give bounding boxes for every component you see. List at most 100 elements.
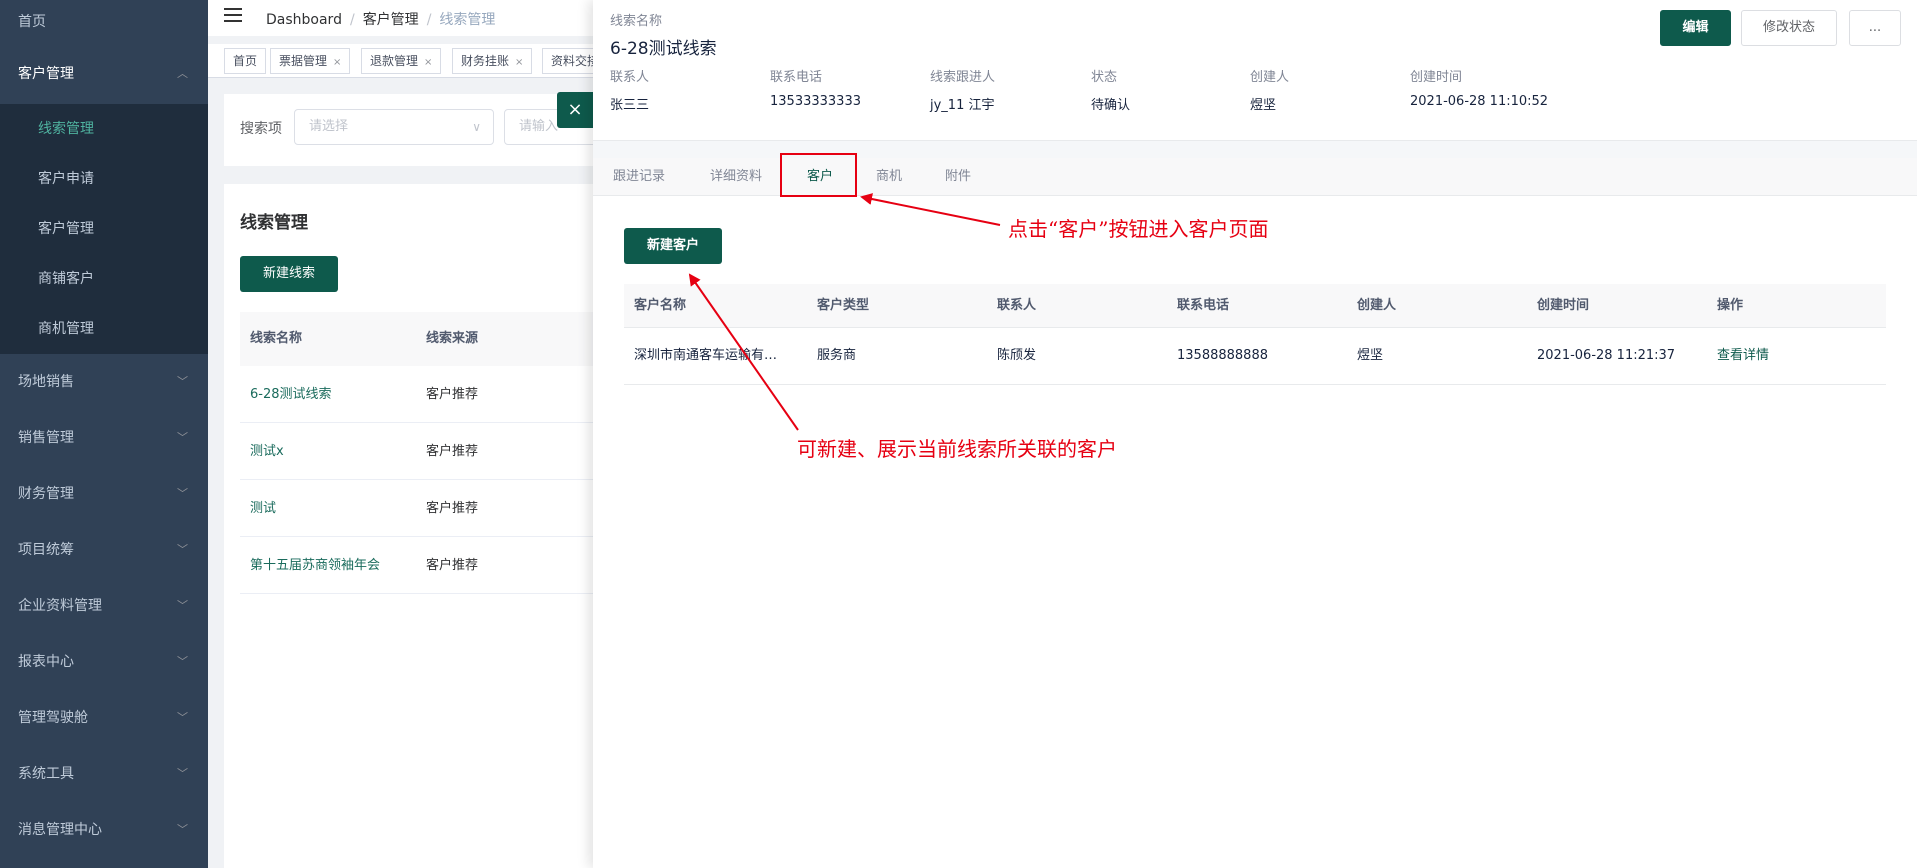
chevron-down-icon: ﹀ — [177, 543, 188, 556]
sidebar-item-opportunity-management[interactable]: 商机管理 — [0, 304, 208, 354]
sidebar-item-label: 管理驾驶舱 — [18, 710, 88, 726]
sidebar-item-customer-list[interactable]: 客户管理 — [0, 204, 208, 254]
info-value: 张三三 — [610, 98, 650, 113]
column-header[interactable]: 线索名称 — [240, 312, 426, 366]
info-label: 创建人 — [1250, 70, 1290, 85]
table-row[interactable]: 6-28测试线索 客户推荐 — [240, 366, 604, 423]
info-status: 状态 待确认 — [1091, 66, 1130, 113]
sidebar-item-home[interactable]: 首页 — [0, 0, 208, 44]
annotation-click-customer: 点击“客户”按钮进入客户页面 — [1008, 217, 1269, 241]
tag-home[interactable]: 首页 — [224, 48, 267, 74]
tag-label: 退款管理 — [370, 54, 419, 68]
search-label: 搜索项 — [240, 121, 282, 137]
info-label: 联系电话 — [770, 70, 823, 85]
view-details-link[interactable]: 查看详情 — [1707, 328, 1886, 384]
tag-refund-management[interactable]: 退款管理 × — [361, 48, 442, 74]
info-contact: 联系人 张三三 — [610, 66, 649, 113]
more-button[interactable]: ... — [1849, 10, 1901, 46]
tab-details[interactable]: 详细资料 — [710, 158, 762, 196]
customer-phone: 13588888888 — [1177, 348, 1268, 363]
info-phone: 联系电话 13533333333 — [770, 66, 861, 109]
table-header: 线索名称 线索来源 — [240, 312, 604, 366]
info-follower: 线索跟进人 jy_11 江宇 — [930, 66, 995, 113]
customer-creator: 煜坚 — [1357, 348, 1384, 363]
chevron-down-icon: ﹀ — [177, 599, 188, 612]
sidebar-item-sales-management[interactable]: 销售管理 ﹀ — [0, 410, 208, 466]
new-lead-button[interactable]: 新建线索 — [240, 256, 338, 292]
chevron-down-icon: ﹀ — [177, 823, 188, 836]
tab-attachments[interactable]: 附件 — [945, 158, 971, 196]
sidebar-item-project-coordination[interactable]: 项目统筹 ﹀ — [0, 522, 208, 578]
sidebar-item-finance-management[interactable]: 财务管理 ﹀ — [0, 466, 208, 522]
lead-table: 线索名称 线索来源 6-28测试线索 客户推荐 测试x 客户推荐 测试 客户推荐 第十… — [240, 312, 604, 594]
lead-source: 客户推荐 — [426, 387, 479, 402]
table-row[interactable]: 测试x 客户推荐 — [240, 423, 604, 480]
info-value: 13533333333 — [770, 94, 861, 109]
column-header: 客户类型 — [817, 298, 870, 313]
lead-name-link[interactable]: 6-28测试线索 — [240, 366, 426, 422]
input-placeholder: 请输入 — [519, 119, 559, 134]
sidebar-item-venue-sales[interactable]: 场地销售 ﹀ — [0, 354, 208, 410]
sidebar-item-enterprise-data[interactable]: 企业资料管理 ﹀ — [0, 578, 208, 634]
sidebar-item-management-cockpit[interactable]: 管理驾驶舱 ﹀ — [0, 690, 208, 746]
lead-name-link[interactable]: 第十五届苏商领袖年会 — [240, 537, 426, 593]
info-label: 联系人 — [610, 70, 650, 85]
edit-button[interactable]: 编辑 — [1660, 10, 1731, 46]
sidebar-item-customer-application[interactable]: 客户申请 — [0, 154, 208, 204]
tag-finance-account[interactable]: 财务挂账 × — [452, 48, 533, 74]
new-customer-button[interactable]: 新建客户 — [624, 228, 722, 264]
info-value: 煜坚 — [1250, 98, 1277, 113]
breadcrumb-item[interactable]: 客户管理 — [363, 12, 419, 28]
search-field-select[interactable]: 请选择 ∨ — [294, 109, 494, 145]
sidebar-item-message-center[interactable]: 消息管理中心 ﹀ — [0, 802, 208, 858]
column-header: 创建人 — [1357, 298, 1397, 313]
chevron-down-icon: ﹀ — [177, 375, 188, 388]
lead-source: 客户推荐 — [426, 444, 479, 459]
sidebar-item-report-center[interactable]: 报表中心 ﹀ — [0, 634, 208, 690]
info-label: 创建时间 — [1410, 70, 1463, 85]
table-row[interactable]: 第十五届苏商领袖年会 客户推荐 — [240, 537, 604, 594]
close-icon[interactable]: × — [424, 57, 432, 68]
close-icon[interactable]: × — [515, 57, 523, 68]
table-row[interactable]: 测试 客户推荐 — [240, 480, 604, 537]
sidebar-item-label: 首页 — [18, 14, 46, 30]
customer-created-time: 2021-06-28 11:21:37 — [1537, 348, 1676, 363]
close-icon[interactable]: × — [333, 57, 341, 68]
hamburger-menu-icon[interactable] — [224, 8, 242, 24]
column-header[interactable]: 线索来源 — [426, 312, 604, 366]
chevron-down-icon: ﹀ — [177, 767, 188, 780]
tab-follow-up[interactable]: 跟进记录 — [613, 158, 665, 196]
tab-opportunity[interactable]: 商机 — [876, 158, 902, 196]
chevron-down-icon: ﹀ — [177, 431, 188, 444]
info-value: 待确认 — [1091, 98, 1131, 113]
tag-bill-management[interactable]: 票据管理 × — [270, 48, 351, 74]
info-label: 状态 — [1091, 70, 1118, 85]
sidebar-item-label: 企业资料管理 — [18, 598, 102, 614]
info-label: 线索跟进人 — [930, 70, 996, 85]
breadcrumb-current: 线索管理 — [439, 12, 496, 28]
table-header: 客户名称 客户类型 联系人 联系电话 创建人 创建时间 操作 — [624, 284, 1886, 328]
sidebar-item-shop-customer[interactable]: 商铺客户 — [0, 254, 208, 304]
lead-name-link[interactable]: 测试 — [240, 480, 426, 536]
change-status-button[interactable]: 修改状态 — [1741, 10, 1837, 46]
search-card: 搜索项 请选择 ∨ 请输入 — [224, 94, 624, 166]
sidebar-item-label: 客户管理 — [18, 66, 74, 82]
sidebar-item-system-tools[interactable]: 系统工具 ﹀ — [0, 746, 208, 802]
sidebar-item-customer-management[interactable]: 客户管理 ︿ — [0, 44, 208, 104]
sidebar-item-lead-management[interactable]: 线索管理 — [0, 104, 208, 154]
table-row: 深圳市南通客车运输有… 服务商 陈颀发 13588888888 煜坚 2021-… — [624, 328, 1886, 385]
breadcrumb-item[interactable]: Dashboard — [266, 12, 342, 28]
close-icon: × — [567, 99, 583, 120]
lead-name-title: 6-28测试线索 — [610, 39, 717, 59]
lead-source: 客户推荐 — [426, 558, 479, 573]
submenu-customer-management: 线索管理 客户申请 客户管理 商铺客户 商机管理 — [0, 104, 208, 354]
annotation-new-show: 可新建、展示当前线索所关联的客户 — [797, 437, 1117, 461]
lead-detail-drawer: 线索名称 6-28测试线索 编辑 修改状态 ... 联系人 张三三 联系电话 135… — [593, 0, 1917, 868]
tag-label: 首页 — [233, 54, 258, 68]
lead-list-card: 线索管理 新建线索 线索名称 线索来源 6-28测试线索 客户推荐 测试x 客户推荐… — [224, 184, 604, 868]
chevron-down-icon: ﹀ — [177, 655, 188, 668]
drawer-close-button[interactable]: × — [557, 92, 593, 128]
page-title: 线索管理 — [240, 213, 308, 233]
lead-name-link[interactable]: 测试x — [240, 423, 426, 479]
column-header: 联系电话 — [1177, 298, 1230, 313]
